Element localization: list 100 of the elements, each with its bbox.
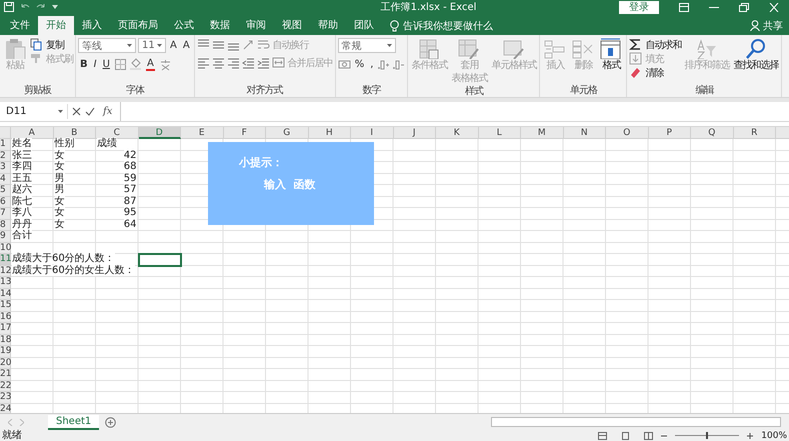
row-header[interactable]: 2 (0, 150, 11, 162)
align-right-icon[interactable] (226, 56, 240, 69)
row-header[interactable]: 14 (0, 288, 11, 300)
row-header[interactable]: 1 (0, 139, 11, 150)
column-header[interactable]: I (351, 127, 394, 139)
ribbon-tab[interactable]: 审阅 (238, 16, 274, 35)
indent-icon[interactable] (256, 56, 270, 69)
row-header[interactable]: 6 (0, 196, 11, 208)
row-header[interactable]: 22 (0, 380, 11, 392)
column-header[interactable]: E (181, 127, 224, 139)
row-header[interactable]: 20 (0, 358, 11, 369)
column-header[interactable]: R (734, 127, 776, 139)
horizontal-scrollbar[interactable] (491, 417, 781, 427)
row-header[interactable]: 17 (0, 323, 11, 334)
find-select-button[interactable]: 查找和选择 (732, 38, 780, 72)
column-header[interactable]: M (521, 127, 564, 139)
active-cell[interactable] (138, 254, 181, 266)
clear-button[interactable]: 清除 (629, 66, 664, 79)
shrink-font-button[interactable]: A (180, 40, 192, 51)
banknote-icon[interactable] (338, 58, 351, 71)
increase-decimal-icon[interactable] (377, 58, 390, 71)
login-button[interactable]: 登录 (619, 0, 659, 14)
italic-button[interactable]: I (92, 59, 99, 70)
column-header[interactable]: H (308, 127, 351, 139)
grid-icon[interactable] (114, 58, 127, 71)
table-cell: 李四 (12, 161, 32, 172)
column-header[interactable]: Q (691, 127, 734, 139)
row-header[interactable]: 11 (0, 254, 11, 266)
grow-font-button[interactable]: A (168, 40, 179, 51)
ribbon-tab[interactable]: 页面布局 (110, 16, 166, 35)
column-header[interactable]: P (648, 127, 691, 139)
bold-button[interactable]: B (78, 59, 90, 70)
row-header[interactable]: 13 (0, 277, 11, 288)
column-header[interactable]: J (394, 127, 436, 139)
column-header[interactable]: O (606, 127, 648, 139)
row-header[interactable]: 15 (0, 300, 11, 312)
row-header[interactable]: 21 (0, 369, 11, 380)
font-size-field[interactable]: 11 (138, 38, 166, 53)
row-header[interactable]: 5 (0, 185, 11, 196)
align-center-icon[interactable] (212, 56, 225, 69)
ribbon-tab[interactable]: 文件 (2, 16, 38, 35)
angled-text-icon[interactable] (242, 38, 255, 51)
row-header[interactable]: 9 (0, 231, 11, 242)
row-header[interactable]: 18 (0, 334, 11, 346)
row-header[interactable]: 16 (0, 312, 11, 323)
percent-button[interactable]: % (352, 59, 366, 70)
normal-view-icon[interactable] (598, 432, 608, 440)
column-header[interactable]: N (564, 127, 606, 139)
row-header[interactable]: 19 (0, 346, 11, 358)
ribbon-tab[interactable]: 帮助 (310, 16, 346, 35)
check-icon[interactable] (85, 107, 95, 116)
ribbon-tab[interactable]: 开始 (38, 16, 74, 35)
row-header[interactable]: 4 (0, 174, 11, 185)
zoom-out-icon[interactable] (661, 432, 668, 438)
column-header[interactable]: G (266, 127, 308, 139)
row-header[interactable]: 23 (0, 392, 11, 404)
ribbon-tab[interactable]: 视图 (274, 16, 310, 35)
comma-button[interactable]: , (368, 59, 376, 70)
tell-me-search[interactable]: 告诉我你想要做什么 (403, 18, 493, 32)
autosum-button[interactable]: 自动求和 (629, 38, 682, 51)
column-header[interactable]: F (224, 127, 266, 139)
close-icon[interactable] (769, 2, 779, 12)
decrease-decimal-icon[interactable] (392, 58, 406, 71)
cancel-icon[interactable] (72, 107, 81, 116)
group-label: 字体 (124, 84, 146, 97)
name-box[interactable]: D11 (2, 104, 68, 119)
align-left-icon[interactable] (196, 56, 210, 69)
insert-function-button[interactable]: fx (99, 106, 116, 117)
share-button[interactable]: 共享 (763, 18, 783, 32)
page-layout-icon[interactable] (621, 432, 630, 440)
row-header[interactable]: 10 (0, 242, 11, 254)
ribbon-display-icon[interactable] (679, 2, 689, 12)
page-break-icon[interactable] (644, 432, 654, 440)
column-header[interactable]: L (478, 127, 521, 139)
zoom-in-icon[interactable] (747, 432, 754, 438)
customize-icon[interactable] (52, 4, 58, 10)
row-header[interactable]: 7 (0, 208, 11, 220)
row-header[interactable]: 12 (0, 266, 11, 277)
font-color-button[interactable]: A (144, 58, 157, 71)
ribbon-tab[interactable]: 公式 (166, 16, 202, 35)
row-header[interactable]: 8 (0, 220, 11, 231)
add-sheet-icon[interactable] (105, 416, 116, 428)
restore-icon[interactable] (739, 2, 749, 12)
underline-button[interactable]: U (100, 59, 112, 70)
phonetic-guide-icon[interactable] (158, 58, 172, 71)
window-title: 工作簿1.xlsx - Excel (380, 1, 478, 14)
zoom-slider-thumb[interactable] (706, 432, 708, 439)
column-header[interactable]: D (138, 127, 181, 139)
ribbon-tab[interactable]: 插入 (74, 16, 110, 35)
row-header[interactable]: 3 (0, 162, 11, 174)
ribbon-tab[interactable]: 数据 (202, 16, 238, 35)
font-name-field[interactable]: 等线 (78, 38, 136, 53)
format-button[interactable]: 格式 (598, 38, 624, 72)
outdent-icon[interactable] (242, 56, 255, 69)
sheet-tab[interactable]: Sheet1 (48, 414, 100, 430)
copy-button[interactable]: 复制 (30, 38, 64, 51)
column-header[interactable]: K (436, 127, 478, 139)
paint-bucket-icon[interactable] (128, 58, 142, 71)
ribbon-tab[interactable]: 团队 (346, 16, 382, 35)
number-format-field[interactable]: 常规 (338, 38, 396, 53)
